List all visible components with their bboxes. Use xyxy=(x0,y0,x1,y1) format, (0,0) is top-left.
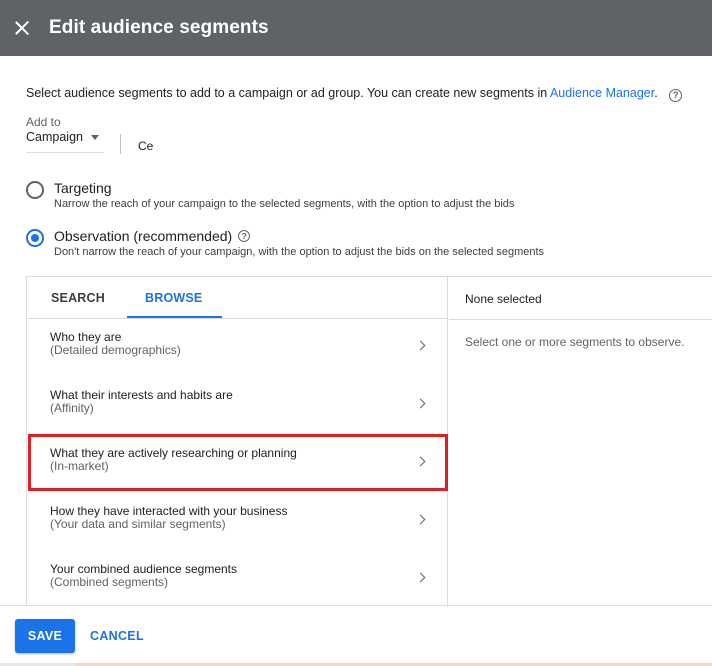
audience-manager-link[interactable]: Audience Manager xyxy=(550,86,654,100)
intro-period: . xyxy=(654,86,658,100)
selection-divider xyxy=(449,319,712,320)
list-item-subtitle: (Detailed demographics) xyxy=(50,343,181,357)
targeting-radio[interactable] xyxy=(26,181,44,199)
observation-option[interactable]: Observation (recommended) ? Don't narrow… xyxy=(26,228,544,258)
list-item-subtitle: (Combined segments) xyxy=(50,575,169,589)
vertical-divider xyxy=(120,134,121,154)
add-to-selected: Campaign xyxy=(26,130,83,144)
chevron-right-icon xyxy=(415,456,426,467)
browse-pane: SEARCH BROWSE Who they are (Detailed dem… xyxy=(27,277,448,607)
add-to-label: Add to xyxy=(26,115,61,129)
tab-browse[interactable]: BROWSE xyxy=(145,291,202,305)
intro-sentence: Select audience segments to add to a cam… xyxy=(26,86,550,100)
browse-item-who-they-are[interactable]: Who they are (Detailed demographics) xyxy=(27,323,448,373)
segments-panel: SEARCH BROWSE Who they are (Detailed dem… xyxy=(26,276,712,607)
add-to-dropdown[interactable]: Add to Campaign xyxy=(26,115,104,153)
dialog-title: Edit audience segments xyxy=(49,17,269,38)
list-item-subtitle: (In-market) xyxy=(50,459,109,473)
targeting-option[interactable]: Targeting Narrow the reach of your campa… xyxy=(26,180,514,210)
observation-title-row: Observation (recommended) ? xyxy=(54,228,544,244)
add-to-value[interactable]: Campaign xyxy=(26,130,104,144)
list-item-title: What their interests and habits are xyxy=(50,388,233,402)
close-icon[interactable] xyxy=(12,18,32,38)
save-button[interactable]: SAVE xyxy=(15,619,75,653)
selection-pane: None selected Select one or more segment… xyxy=(449,277,712,607)
browse-item-in-market[interactable]: What they are actively researching or pl… xyxy=(27,439,448,489)
browse-item-your-data[interactable]: How they have interacted with your busin… xyxy=(27,497,448,547)
list-item-title: Your combined audience segments xyxy=(50,562,238,576)
observation-desc: Don't narrow the reach of your campaign,… xyxy=(54,246,545,258)
intro-text: Select audience segments to add to a cam… xyxy=(26,86,683,102)
chevron-right-icon xyxy=(415,514,426,525)
selection-header: None selected xyxy=(465,292,542,306)
help-icon[interactable]: ? xyxy=(669,89,683,102)
browse-item-combined[interactable]: Your combined audience segments (Combine… xyxy=(27,555,448,605)
dropdown-arrow-icon xyxy=(90,134,99,140)
list-item-title: How they have interacted with your busin… xyxy=(50,504,288,518)
selection-hint: Select one or more segments to observe. xyxy=(465,335,685,349)
list-item-subtitle: (Your data and similar segments) xyxy=(50,517,226,531)
cancel-button[interactable]: CANCEL xyxy=(90,629,144,643)
footer-divider xyxy=(0,605,712,606)
list-item-title: What they are actively researching or pl… xyxy=(50,446,297,460)
targeting-title: Targeting xyxy=(54,180,112,196)
observation-radio[interactable] xyxy=(26,229,44,247)
tab-search[interactable]: SEARCH xyxy=(51,291,105,305)
dialog-header: Edit audience segments xyxy=(0,0,712,56)
browse-item-affinity[interactable]: What their interests and habits are (Aff… xyxy=(27,381,448,431)
tab-bar: SEARCH BROWSE xyxy=(27,277,447,319)
observation-help-icon[interactable]: ? xyxy=(238,230,251,242)
chevron-right-icon xyxy=(415,340,426,351)
campaign-picker-truncated[interactable]: Ce xyxy=(138,139,153,153)
chevron-right-icon xyxy=(415,398,426,409)
list-item-subtitle: (Affinity) xyxy=(50,401,94,415)
active-tab-indicator xyxy=(127,316,222,318)
targeting-desc: Narrow the reach of your campaign to the… xyxy=(54,198,515,210)
chevron-right-icon xyxy=(415,572,426,583)
list-item-title: Who they are xyxy=(50,330,122,344)
observation-title: Observation (recommended) xyxy=(54,228,233,244)
